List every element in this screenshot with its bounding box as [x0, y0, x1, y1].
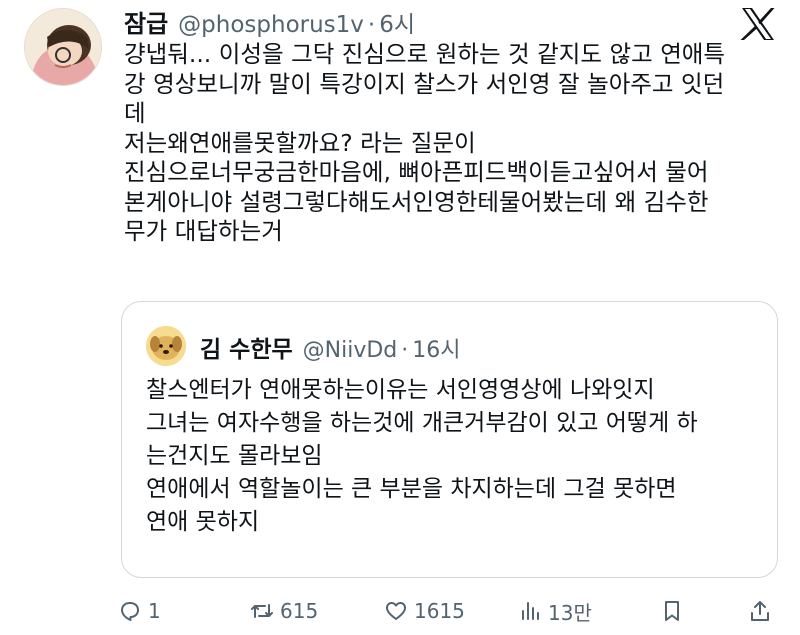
quoted-author-avatar — [146, 326, 186, 366]
share-button[interactable] — [748, 594, 772, 628]
tweet-text-line: 저는왜연애를못할까요? 라는 질문이 — [124, 128, 476, 157]
quoted-tweet-card[interactable]: 김 수한무 @NiivDd · 16시 찰스엔터가 연애못하는이유는 서인영영상… — [121, 301, 778, 578]
like-count: 1615 — [414, 599, 465, 623]
bookmark-button[interactable] — [660, 594, 684, 628]
quoted-text-line: 그녀는 여자수행을 하는것에 개큰거부감이 있고 어떻게 하 — [146, 410, 698, 436]
reply-button[interactable]: 1 — [118, 594, 161, 628]
tweet-header: 잠급 @phosphorus1v · 6시 — [124, 4, 415, 38]
tweet-text-line: 무가 대답하는거 — [124, 217, 283, 245]
quoted-text-line: 는건지도 몰라보임 — [146, 443, 323, 469]
bookmark-icon — [665, 601, 679, 621]
quoted-tweet-header: 김 수한무 @NiivDd · 16시 — [200, 330, 461, 364]
reply-count: 1 — [148, 599, 161, 623]
author-avatar[interactable] — [24, 8, 102, 86]
action-bar: 1 615 1615 13만 — [118, 594, 788, 628]
tweet-text-line: 데 — [124, 99, 146, 127]
repost-button[interactable]: 615 — [250, 594, 318, 628]
tweet-text-line: 걍냅둬... 이성을 그닥 진심으로 원하는 것 같지도 않고 연애특 — [124, 40, 726, 68]
separator-dot: · — [401, 338, 409, 363]
author-handle[interactable]: @phosphorus1v — [178, 12, 364, 38]
reply-icon — [121, 602, 139, 621]
author-avatar-image — [25, 9, 101, 85]
quoted-text-line: 연애 못하지 — [146, 509, 260, 535]
repost-icon — [251, 604, 273, 618]
views-count: 13만 — [548, 600, 592, 625]
like-button[interactable]: 1615 — [384, 594, 465, 628]
tweet-text: 걍냅둬... 이성을 그닥 진심으로 원하는 것 같지도 않고 연애특 강 영상… — [124, 40, 774, 247]
tweet-text-line: 강 영상보니까 말이 특강이지 찰스가 서인영 잘 놀아주고 잇던 — [124, 69, 725, 98]
quoted-author-display-name: 김 수한무 — [200, 337, 293, 363]
quoted-text-line: 연애에서 역할놀이는 큰 부분을 차지하는데 그걸 못하면 — [146, 476, 677, 502]
quoted-text-line: 찰스엔터가 연애못하는이유는 서인영영상에 나와잇지 — [146, 377, 655, 403]
heart-icon — [386, 602, 406, 620]
share-icon — [751, 601, 769, 621]
quoted-author-handle: @NiivDd — [302, 338, 398, 363]
tweet-text-line: 본게아니야 설령그렇다해도서인영한테물어봤는데 왜 김수한 — [124, 187, 709, 216]
author-display-name[interactable]: 잠급 — [124, 4, 168, 39]
views-icon — [522, 602, 539, 620]
separator-dot: · — [367, 12, 376, 38]
quoted-author-avatar-image — [146, 326, 186, 366]
quoted-tweet-text: 찰스엔터가 연애못하는이유는 서인영영상에 나와잇지 그녀는 여자수행을 하는것… — [146, 374, 766, 539]
views-button[interactable]: 13만 — [518, 594, 592, 628]
x-logo-icon — [738, 6, 778, 42]
quoted-tweet-time: 16시 — [412, 338, 461, 363]
tweet-text-line: 진심으로너무궁금한마음에, 뼈아픈피드백이듣고싶어서 물어 — [124, 158, 709, 186]
tweet-time[interactable]: 6시 — [379, 5, 415, 39]
repost-count: 615 — [280, 599, 319, 623]
